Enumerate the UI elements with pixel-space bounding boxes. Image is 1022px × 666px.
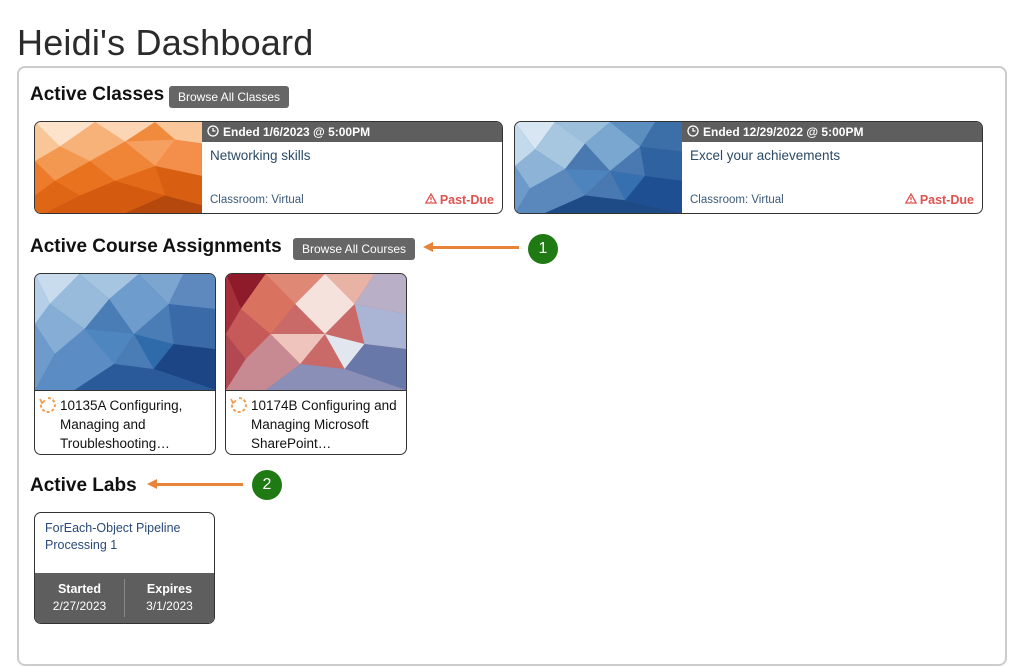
course-thumbnail (35, 274, 215, 391)
class-card[interactable]: Ended 1/6/2023 @ 5:00PM Networking skill… (34, 121, 503, 214)
course-title: 10174B Configuring and Managing Microsof… (251, 398, 397, 451)
warning-icon (904, 192, 918, 207)
class-name: Excel your achievements (690, 148, 841, 163)
class-status-text: Ended 1/6/2023 @ 5:00PM (223, 125, 371, 139)
course-card[interactable]: 10135A Configuring, Managing and Trouble… (34, 273, 216, 455)
page-title: Heidi's Dashboard (17, 22, 314, 63)
class-classroom: Classroom: Virtual (210, 194, 304, 206)
class-status-bar: Ended 1/6/2023 @ 5:00PM (202, 122, 502, 142)
lab-expires-date: 3/1/2023 (146, 599, 193, 613)
clock-icon (687, 124, 699, 140)
class-classroom: Classroom: Virtual (690, 194, 784, 206)
past-due-badge: Past-Due (904, 192, 974, 207)
clock-icon (207, 124, 219, 140)
course-thumbnail (226, 274, 406, 391)
lab-started-date: 2/27/2023 (52, 599, 107, 613)
lab-started: Started 2/27/2023 (52, 582, 107, 613)
in-progress-icon (229, 395, 249, 415)
class-thumbnail (35, 122, 202, 213)
section-title-active-classes: Active Classes (30, 84, 165, 105)
lab-name: ForEach-Object Pipeline Processing 1 (45, 521, 181, 552)
class-status-bar: Ended 12/29/2022 @ 5:00PM (682, 122, 982, 142)
course-title: 10135A Configuring, Managing and Trouble… (60, 398, 183, 451)
course-card[interactable]: 10174B Configuring and Managing Microsof… (225, 273, 407, 455)
class-status-text: Ended 12/29/2022 @ 5:00PM (703, 125, 864, 139)
browse-all-courses-button[interactable]: Browse All Courses (293, 238, 416, 260)
browse-all-classes-button[interactable]: Browse All Classes (169, 86, 290, 108)
class-name: Networking skills (210, 148, 311, 163)
lab-card[interactable]: ForEach-Object Pipeline Processing 1 Sta… (34, 512, 215, 624)
class-card[interactable]: Ended 12/29/2022 @ 5:00PM Excel your ach… (514, 121, 983, 214)
class-thumbnail (515, 122, 682, 213)
section-title-active-labs: Active Labs (30, 475, 137, 496)
past-due-badge: Past-Due (424, 192, 494, 207)
annotation-badge-1: 1 (528, 234, 558, 264)
warning-icon (424, 192, 438, 207)
in-progress-icon (38, 395, 58, 415)
section-title-course-assignments: Active Course Assignments (30, 236, 282, 257)
annotation-arrow-2 (147, 479, 243, 489)
lab-dates: Started 2/27/2023 Expires 3/1/2023 (35, 573, 214, 623)
annotation-badge-2: 2 (252, 470, 282, 500)
annotation-arrow-1 (423, 242, 519, 252)
lab-expires: Expires 3/1/2023 (146, 582, 193, 613)
